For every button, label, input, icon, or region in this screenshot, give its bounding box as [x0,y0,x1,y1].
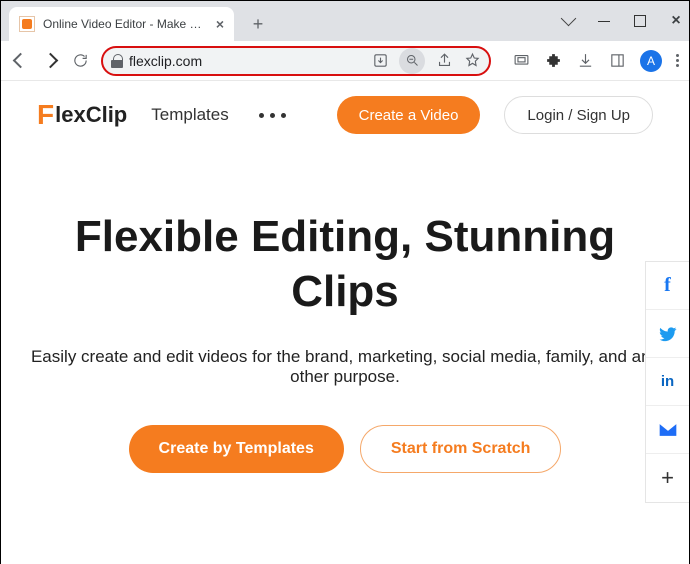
tab-close-icon[interactable]: × [216,16,224,32]
profile-avatar[interactable]: A [640,50,662,72]
cast-icon[interactable] [512,52,530,70]
extensions-icon[interactable] [544,52,562,70]
tab-search-icon[interactable] [561,14,575,28]
page-content: F lexClip Templates Create a Video Login… [1,81,689,564]
nav-more-icon[interactable] [259,113,286,118]
cta-create-by-templates[interactable]: Create by Templates [129,425,344,473]
share-icon[interactable] [435,52,453,70]
window-titlebar: Online Video Editor - Make Vide × + × [1,1,689,41]
minimize-icon[interactable] [597,14,611,28]
browser-menu-icon[interactable] [676,54,679,67]
browser-tab[interactable]: Online Video Editor - Make Vide × [9,7,234,41]
side-panel-icon[interactable] [608,52,626,70]
cta-row: Create by Templates Start from Scratch [21,425,669,473]
back-button[interactable] [11,52,29,70]
downloads-icon[interactable] [576,52,594,70]
forward-button[interactable] [41,52,59,70]
hero-section: Flexible Editing, Stunning Clips Easily … [1,149,689,473]
share-email-icon[interactable] [646,406,689,454]
browser-toolbar: flexclip.com A [1,41,689,81]
favicon-icon [19,16,35,32]
share-twitter-icon[interactable] [646,310,689,358]
share-linkedin-icon[interactable]: in [646,358,689,406]
tab-title: Online Video Editor - Make Vide [43,17,208,31]
bookmark-star-icon[interactable] [463,52,481,70]
close-window-icon[interactable]: × [669,14,683,28]
logo-letter: F [37,99,54,131]
login-signup-button[interactable]: Login / Sign Up [504,96,653,134]
social-share-rail: f in + [645,261,689,503]
create-video-button[interactable]: Create a Video [337,96,481,134]
cta-start-from-scratch[interactable]: Start from Scratch [360,425,562,473]
share-more-icon[interactable]: + [646,454,689,502]
site-header: F lexClip Templates Create a Video Login… [1,81,689,149]
url-text: flexclip.com [129,53,365,69]
install-app-icon[interactable] [371,52,389,70]
reload-button[interactable] [71,52,89,70]
maximize-icon[interactable] [633,14,647,28]
address-bar[interactable]: flexclip.com [101,46,491,76]
window-controls: × [561,1,683,41]
logo-text: lexClip [55,102,127,128]
new-tab-button[interactable]: + [244,10,272,38]
share-facebook-icon[interactable]: f [646,262,689,310]
hero-subtext: Easily create and edit videos for the br… [21,347,669,387]
nav-templates[interactable]: Templates [151,105,228,125]
site-logo[interactable]: F lexClip [37,99,127,131]
hero-headline: Flexible Editing, Stunning Clips [21,209,669,319]
lock-icon [111,54,123,68]
zoom-icon[interactable] [399,48,425,74]
